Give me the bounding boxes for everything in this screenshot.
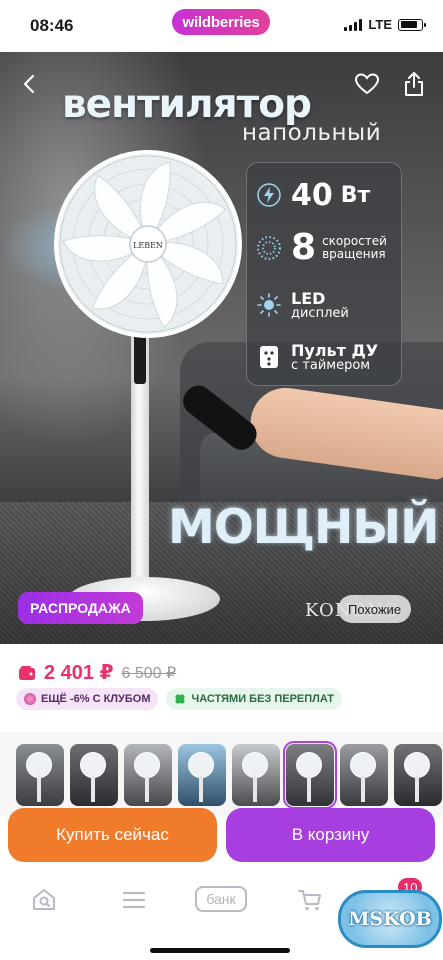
share-icon[interactable] [402,70,426,98]
add-to-cart-button[interactable]: В корзину [226,808,435,862]
thumbnail-5[interactable] [232,744,280,806]
feature-speeds: 8 скоростей вращения [247,227,403,268]
club-discount-label: ЕЩЁ -6% С КЛУБОМ [41,693,151,705]
thumbnail-fan [134,752,160,778]
price-row: 2 401 ₽ 6 500 ₽ [18,660,176,685]
installment-chip[interactable]: ЧАСТЯМИ БЕЗ ПЕРЕПЛАТ [166,688,343,710]
feature-power-value: 40 [291,177,333,213]
clover-icon [175,694,186,704]
hero-slogan: МОЩНЫЙ [168,500,439,555]
cart-icon[interactable] [296,886,324,914]
thumbnail-pole [91,776,95,802]
menu-icon[interactable] [120,886,148,914]
thumbnail-fan [242,752,268,778]
feature-remote-title: Пульт ДУ [291,340,379,360]
watermark-logo: MSKOB [338,890,442,948]
installment-label: ЧАСТЯМИ БЕЗ ПЕРЕПЛАТ [191,693,335,705]
favorite-heart-icon[interactable] [354,72,380,96]
home-indicator[interactable] [150,948,290,953]
thumbnail-4[interactable] [178,744,226,806]
thumbnail-pole [37,776,41,802]
feature-led-text: LED дисплей [291,290,349,321]
thumbnail-pole [145,776,149,802]
remote-icon [247,339,291,375]
product-image[interactable]: LEBEN вентилятор напольный 40 Вт 8 скоро… [0,52,443,644]
promo-chips: ЕЩЁ -6% С КЛУБОМ ЧАСТЯМИ БЕЗ ПЕРЕПЛАТ [16,688,343,710]
thumbnail-fan [296,752,322,778]
feature-speeds-text: скоростей вращения [322,233,387,261]
sale-badge[interactable]: РАСПРОДАЖА [18,592,143,624]
back-icon[interactable] [18,72,42,96]
features-card: 40 Вт 8 скоростей вращения LED дисплей П… [246,162,402,386]
feature-power-unit: Вт [340,182,371,208]
thumbnail-fan [350,752,376,778]
thumbnail-3[interactable] [124,744,172,806]
battery-fill [400,21,417,28]
thumbnail-8[interactable] [394,744,442,806]
status-time: 08:46 [30,16,74,35]
lightning-icon [247,177,291,213]
wallet-icon [19,665,35,680]
thumbnail-pole [253,776,257,802]
feature-speeds-value: 8 [291,227,317,268]
feature-led-sub: дисплей [291,305,349,321]
signal-icon [344,18,363,31]
thumbnail-pole [307,776,311,802]
thumbnail-pole [361,776,365,802]
thumbnail-1[interactable] [16,744,64,806]
status-indicators: LTE [344,17,426,32]
sun-icon [247,287,291,323]
status-bar: 08:46 wildberries LTE [0,0,443,52]
fan-head: LEBEN [54,150,242,338]
price-old: 6 500 ₽ [121,664,177,682]
buy-now-button[interactable]: Купить сейчас [8,808,217,862]
thumbnail-fan [80,752,106,778]
club-icon [24,693,36,705]
thumbnail-strip[interactable] [0,732,443,816]
thumbnail-fan [26,752,52,778]
club-discount-chip[interactable]: ЕЩЁ -6% С КЛУБОМ [16,688,159,710]
thumbnail-fan [404,752,430,778]
feature-remote-sub: с таймером [291,357,371,373]
similar-button[interactable]: Похожие [338,595,412,623]
bank-button[interactable]: банк [195,886,247,912]
thumbnail-2[interactable] [70,744,118,806]
feature-remote: Пульт ДУ с таймером [247,339,403,375]
network-label: LTE [368,17,392,32]
search-icon[interactable] [30,886,58,914]
fan-brand-label: LEBEN [133,241,163,250]
thumbnail-pole [415,776,419,802]
feature-remote-text: Пульт ДУ с таймером [291,342,378,373]
feature-led-title: LED [291,288,326,308]
thumbnail-7[interactable] [340,744,388,806]
wildberries-pill[interactable]: wildberries [172,9,270,35]
hero-subtitle: напольный [242,120,382,146]
dotted-circle-icon [247,230,291,266]
price-current: 2 401 ₽ [44,662,114,684]
thumbnail-fan [188,752,214,778]
battery-icon [398,18,426,31]
thumbnail-pole [199,776,203,802]
feature-power: 40 Вт [247,177,403,213]
feature-led: LED дисплей [247,287,403,323]
thumbnail-6[interactable] [283,741,337,809]
